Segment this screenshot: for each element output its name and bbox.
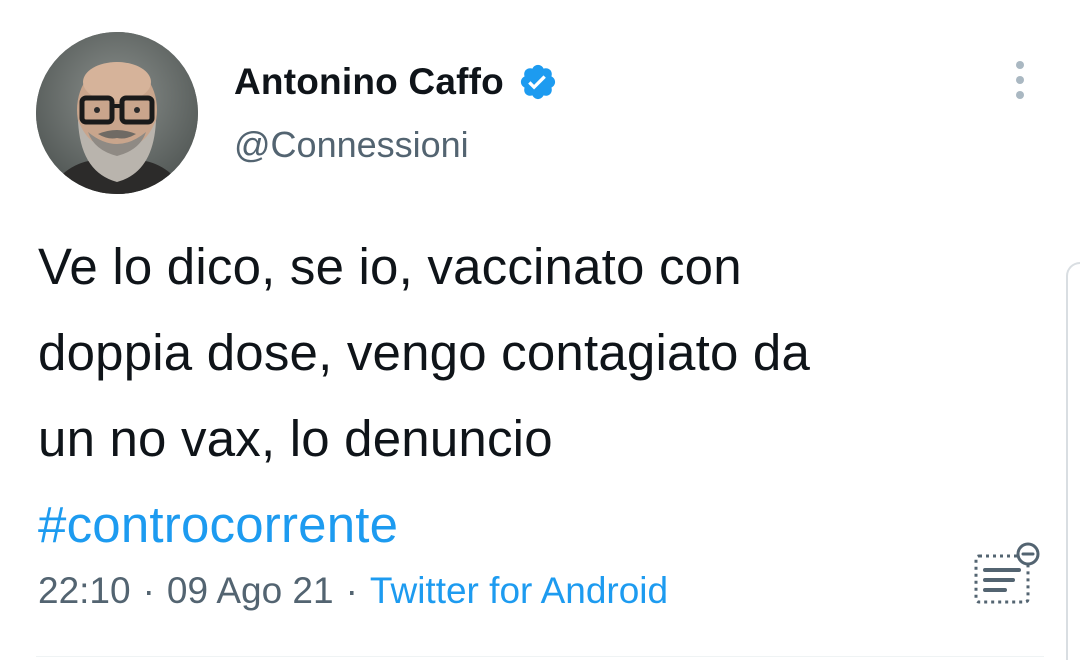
author-name-row[interactable]: Antonino Caffo	[234, 58, 558, 106]
meta-separator: ·	[345, 570, 358, 611]
display-name[interactable]: Antonino Caffo	[234, 61, 504, 103]
tweet-text-line: un no vax, lo denuncio	[38, 410, 553, 467]
more-options-icon[interactable]	[1004, 58, 1036, 102]
tweet-meta: 22:10 · 09 Ago 21 · Twitter for Android	[38, 570, 668, 612]
tweet-source-link[interactable]: Twitter for Android	[370, 570, 668, 612]
verified-badge-icon	[518, 62, 558, 102]
avatar[interactable]	[36, 32, 198, 194]
tweet-text-line: doppia dose, vengo contagiato da	[38, 324, 811, 381]
meta-separator: ·	[142, 570, 155, 611]
tweet-text: Ve lo dico, se io, vaccinato con doppia …	[38, 224, 1048, 568]
avatar-image	[36, 32, 198, 194]
more-dot	[1016, 61, 1024, 69]
tweet-time[interactable]: 22:10	[38, 570, 131, 612]
divider	[36, 656, 1044, 657]
tweet: Antonino Caffo @Connessioni Ve lo dico, …	[0, 0, 1080, 660]
tweet-text-line: Ve lo dico, se io, vaccinato con	[38, 238, 742, 295]
hashtag-link[interactable]: #controcorrente	[38, 482, 1048, 568]
scrollbar-edge	[1066, 262, 1080, 660]
user-handle[interactable]: @Connessioni	[234, 124, 469, 166]
more-dot	[1016, 91, 1024, 99]
more-dot	[1016, 76, 1024, 84]
tweet-date[interactable]: 09 Ago 21	[167, 570, 334, 612]
tweet-analytics-icon[interactable]	[970, 540, 1044, 610]
